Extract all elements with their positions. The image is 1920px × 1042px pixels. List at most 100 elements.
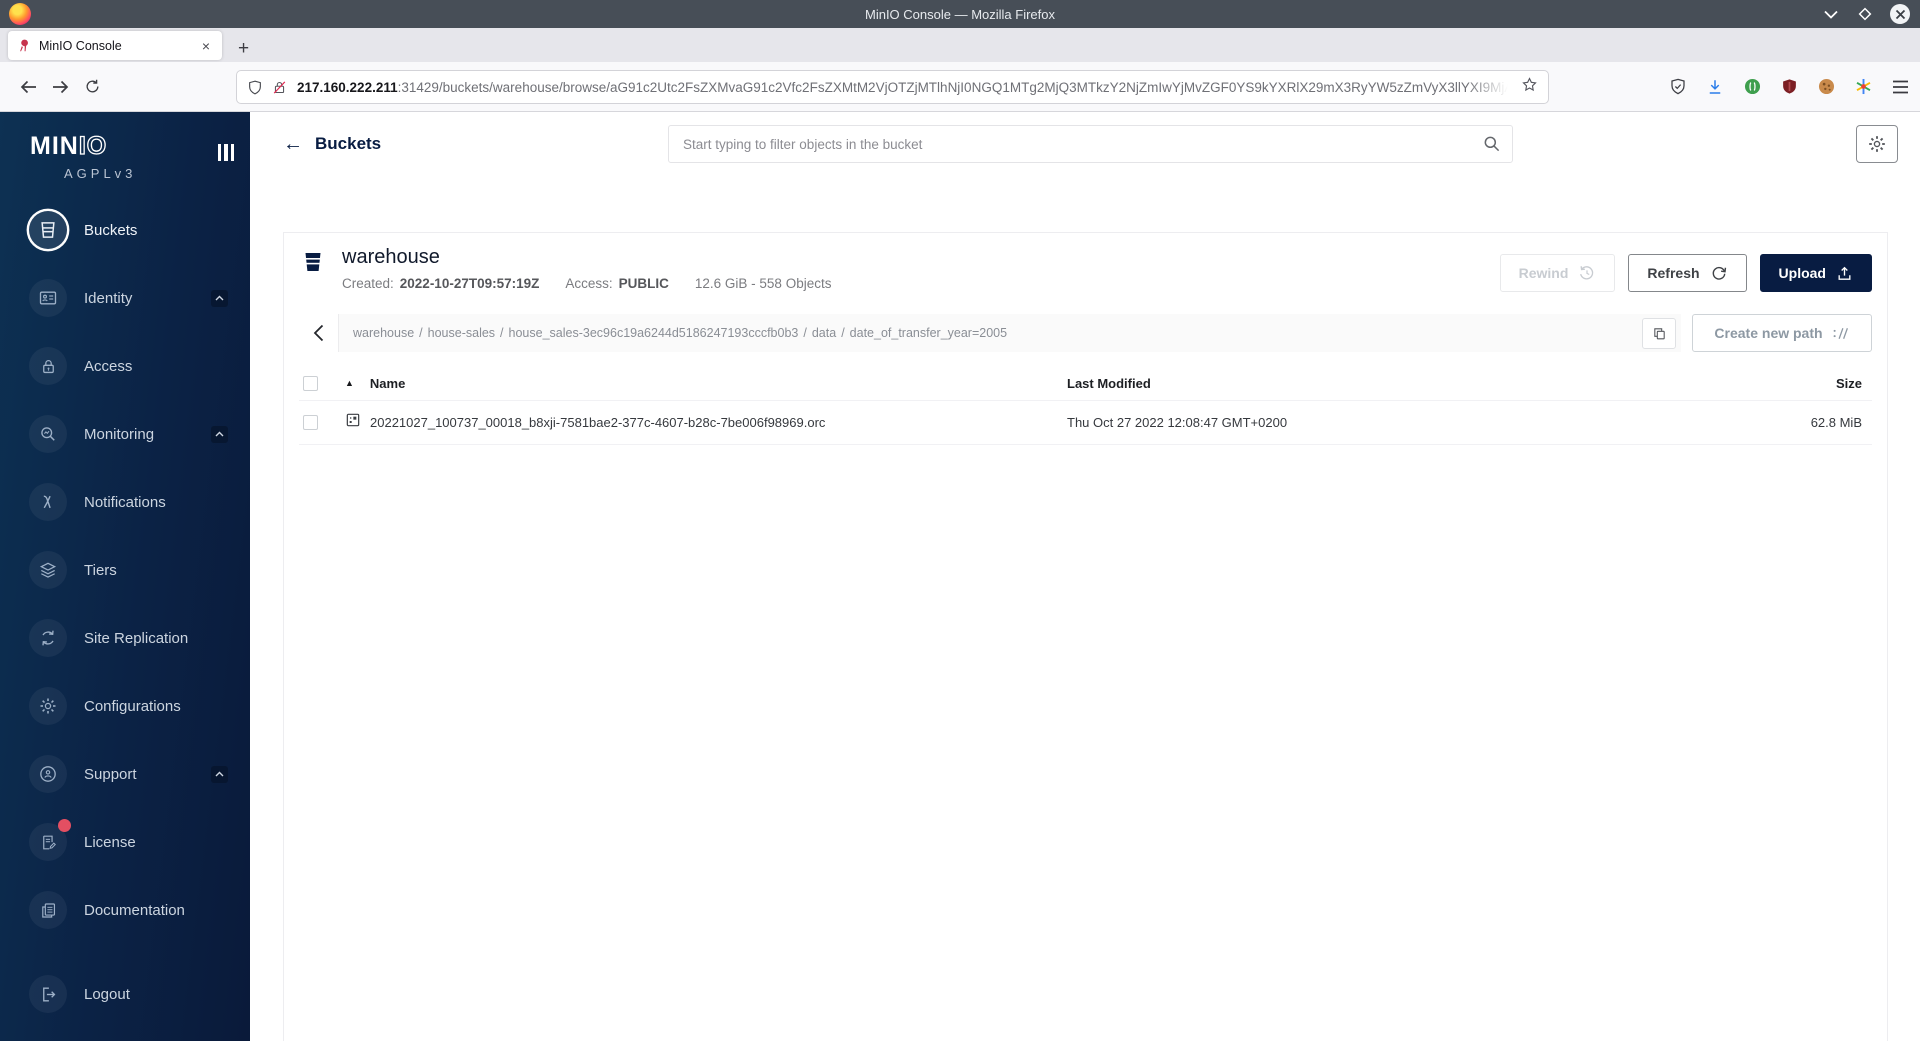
breadcrumb-segment[interactable]: data (812, 326, 836, 340)
url-text: 217.160.222.211:31429/buckets/warehouse/… (297, 79, 1515, 95)
upload-label: Upload (1778, 265, 1826, 281)
monitoring-search-icon (41, 427, 55, 441)
gear-icon (1869, 136, 1885, 152)
create-new-path-label: Create new path (1714, 325, 1823, 341)
back-label: Buckets (315, 134, 382, 153)
colorful-extension-icon[interactable] (1853, 77, 1873, 97)
chevron-up-icon[interactable] (211, 289, 228, 307)
window-controls (1822, 0, 1910, 28)
settings-gear-button[interactable] (1856, 125, 1898, 163)
filter-objects-input[interactable] (668, 125, 1513, 163)
access-value: PUBLIC (618, 276, 669, 291)
back-to-buckets-link[interactable]: ← Buckets (283, 112, 381, 176)
object-name[interactable]: 20221027_100737_00018_b8xji-7581bae2-377… (370, 415, 825, 430)
tracking-protection-shield-icon[interactable] (247, 79, 263, 96)
identity-card-icon (39, 291, 57, 305)
console-main: ← Buckets Start typing to filter objects… (250, 112, 1920, 1041)
bucket-icon (301, 249, 325, 280)
ublock-shield-icon[interactable] (1779, 77, 1799, 97)
forward-nav-icon[interactable] (44, 71, 76, 103)
refresh-button[interactable]: Refresh (1628, 254, 1747, 292)
sidebar-item-label: Notifications (84, 493, 166, 511)
logout-icon (42, 986, 55, 1002)
sidebar-item-monitoring[interactable]: Monitoring (0, 400, 250, 468)
table-header-row: ▲ Name Last Modified Size (299, 366, 1872, 401)
logo-io: IO (78, 132, 108, 160)
cookie-extension-icon[interactable] (1816, 77, 1836, 97)
minio-favicon-icon (20, 39, 28, 52)
column-header-name[interactable]: Name (370, 376, 405, 391)
hamburger-menu-icon[interactable] (1890, 77, 1910, 97)
access-label: Access: (565, 276, 613, 291)
tab-minio-console[interactable]: MinIO Console × (8, 31, 222, 60)
logo-min: MIN (30, 132, 79, 160)
license-tag: AGPLv3 (64, 166, 137, 181)
sidebar-item-label: Documentation (84, 901, 185, 919)
sidebar-collapse-icon[interactable] (217, 144, 234, 161)
sort-ascending-icon[interactable]: ▲ (345, 378, 354, 388)
breadcrumb-segment[interactable]: warehouse (353, 326, 414, 340)
refresh-icon (1712, 266, 1726, 280)
sidebar-item-site-replication[interactable]: Site Replication (0, 604, 250, 672)
maximize-button[interactable] (1856, 5, 1874, 23)
created-label: Created: (342, 276, 394, 291)
create-new-path-button[interactable]: Create new path (1692, 314, 1872, 352)
sidebar-item-logout[interactable]: Logout (0, 960, 250, 1028)
bucket-icon (41, 222, 55, 238)
tiers-layers-icon (39, 562, 57, 578)
path-back-button[interactable] (299, 314, 339, 352)
tab-title: MinIO Console (39, 38, 122, 53)
sidebar-item-license[interactable]: License (0, 808, 250, 876)
reload-icon[interactable] (76, 71, 108, 103)
sidebar-item-access[interactable]: Access (0, 332, 250, 400)
bucket-usage-summary: 12.6 GiB - 558 Objects (694, 276, 832, 291)
sidebar-item-identity[interactable]: Identity (0, 264, 250, 332)
copy-path-button[interactable] (1642, 317, 1676, 349)
sidebar-item-label: Buckets (84, 221, 138, 239)
sidebar: MINIO AGPLv3 Buckets Identity Access Mon… (0, 112, 250, 1041)
breadcrumb-segment[interactable]: house_sales-3ec96c19a6244d5186247193cccf… (509, 326, 799, 340)
tab-close-icon[interactable]: × (198, 37, 214, 55)
sidebar-item-notifications[interactable]: Notifications (0, 468, 250, 536)
support-person-icon (40, 766, 56, 782)
breadcrumb: warehouse / house-sales / house_sales-3ec96c… (353, 326, 1008, 340)
close-button[interactable] (1890, 4, 1910, 24)
table-row[interactable]: 20221027_100737_00018_b8xji-7581bae2-377… (299, 401, 1872, 445)
sidebar-item-documentation[interactable]: Documentation (0, 876, 250, 944)
chevron-up-icon[interactable] (211, 425, 228, 443)
breadcrumb-segment[interactable]: date_of_transfer_year=2005 (850, 326, 1007, 340)
bucket-header: warehouse Created: 2022-10-27T09:57:19Z A… (284, 233, 1887, 292)
copy-icon (1653, 327, 1665, 339)
minio-logo: MINIO AGPLv3 (0, 112, 250, 196)
rewind-button[interactable]: Rewind (1499, 254, 1616, 292)
new-tab-button[interactable]: + (232, 39, 255, 58)
replication-sync-icon (42, 630, 54, 646)
back-nav-icon[interactable] (12, 71, 44, 103)
row-checkbox[interactable] (303, 415, 318, 430)
search-icon (1482, 134, 1501, 158)
objects-table: ▲ Name Last Modified Size 20221027_10073 (299, 366, 1872, 445)
bookmark-star-icon[interactable] (1521, 76, 1538, 98)
sidebar-item-label: Support (84, 765, 137, 783)
chevron-up-icon[interactable] (211, 765, 228, 783)
created-value: 2022-10-27T09:57:19Z (399, 276, 540, 291)
breadcrumb-segment[interactable]: house-sales (428, 326, 495, 340)
extension-green-icon[interactable] (1742, 77, 1762, 97)
column-header-last-modified[interactable]: Last Modified (1067, 376, 1672, 391)
sidebar-item-label: Monitoring (84, 425, 155, 443)
privacy-shield-check-icon[interactable] (1668, 77, 1688, 97)
sidebar-item-buckets[interactable]: Buckets (0, 196, 250, 264)
license-document-icon (42, 835, 56, 849)
downloads-icon[interactable] (1705, 77, 1725, 97)
column-header-size[interactable]: Size (1672, 376, 1872, 391)
sidebar-item-tiers[interactable]: Tiers (0, 536, 250, 604)
minimize-button[interactable] (1822, 5, 1840, 23)
upload-button[interactable]: Upload (1759, 254, 1872, 292)
insecure-lock-icon[interactable] (272, 79, 287, 96)
sidebar-nav: Buckets Identity Access Monitoring Notif… (0, 196, 250, 1028)
select-all-checkbox[interactable] (303, 375, 318, 391)
url-bar[interactable]: 217.160.222.211:31429/buckets/warehouse/… (236, 70, 1549, 104)
sidebar-item-support[interactable]: Support (0, 740, 250, 808)
lock-icon (42, 359, 54, 373)
sidebar-item-configurations[interactable]: Configurations (0, 672, 250, 740)
